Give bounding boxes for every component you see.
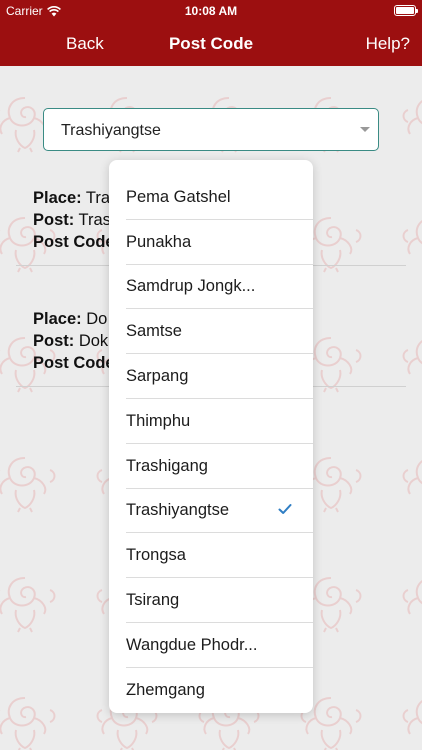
- checkmark-icon: [278, 504, 292, 514]
- result-item: Place: Do Post: Dok Post Code:: [33, 308, 120, 374]
- battery-icon: [394, 5, 418, 16]
- result-code-row: Post Code:: [33, 352, 120, 374]
- conch-shell-motif: [0, 450, 60, 514]
- dropdown-item[interactable]: Pema Gatshel: [109, 175, 313, 220]
- dropdown-item[interactable]: Trashigang: [109, 444, 313, 489]
- dropdown-item[interactable]: Sarpang: [109, 354, 313, 399]
- dropdown-item[interactable]: Zhemgang: [109, 668, 313, 713]
- conch-shell-motif: [398, 690, 422, 750]
- dropdown-item-label: Punakha: [126, 233, 192, 251]
- dropdown-item-selected[interactable]: Trashiyangtse: [109, 488, 313, 533]
- chevron-down-icon: [360, 127, 370, 132]
- dropdown-item[interactable]: Tsirang: [109, 578, 313, 623]
- conch-shell-motif: [398, 570, 422, 634]
- result-code-row: Post Code:: [33, 231, 120, 253]
- post-label: Post:: [33, 332, 75, 350]
- result-post-row: Post: Dok: [33, 330, 120, 352]
- district-select-value: Trashiyangtse: [61, 122, 161, 139]
- dropdown-item-label: Samdrup Jongk...: [126, 277, 256, 295]
- conch-shell-motif: [398, 330, 422, 394]
- result-post-row: Post: Tras: [33, 209, 120, 231]
- place-label: Place:: [33, 310, 82, 328]
- place-value: Do: [86, 310, 108, 328]
- post-label: Post:: [33, 211, 75, 229]
- result-item: Place: Tra Post: Tras Post Code:: [33, 187, 120, 253]
- place-label: Place:: [33, 189, 82, 207]
- status-time: 10:08 AM: [184, 4, 238, 18]
- place-value: Tra: [85, 189, 111, 207]
- page-title: Post Code: [168, 34, 254, 53]
- conch-shell-motif: [0, 690, 60, 750]
- dropdown-item-label: Trashiyangtse: [126, 501, 230, 519]
- dropdown-item-label: Pema Gatshel: [126, 188, 231, 206]
- conch-shell-motif: [398, 450, 422, 514]
- dropdown-item[interactable]: Wangdue Phodr...: [109, 623, 313, 668]
- dropdown-item-label: Trashigang: [126, 457, 208, 475]
- conch-shell-motif: [398, 90, 422, 154]
- help-button[interactable]: Help?: [366, 34, 410, 54]
- dropdown-item[interactable]: Samtse: [109, 309, 313, 354]
- district-dropdown-list[interactable]: Pema Gatshel Punakha Samdrup Jongk... Sa…: [109, 160, 313, 713]
- navigation-bar: Back Post Code Help?: [0, 22, 422, 66]
- dropdown-item-label: Tsirang: [126, 591, 180, 609]
- dropdown-item[interactable]: Thimphu: [109, 399, 313, 444]
- post-code-label: Post Code:: [33, 354, 121, 372]
- district-select[interactable]: Trashiyangtse: [43, 108, 379, 151]
- dropdown-item[interactable]: Samdrup Jongk...: [109, 264, 313, 309]
- dropdown-item[interactable]: Punakha: [109, 220, 313, 265]
- dropdown-item-label: Sarpang: [126, 367, 189, 385]
- status-right: [394, 5, 418, 16]
- dropdown-item[interactable]: Trongsa: [109, 533, 313, 578]
- result-place-row: Place: Do: [33, 308, 120, 330]
- conch-shell-motif: [0, 570, 60, 634]
- result-place-row: Place: Tra: [33, 187, 120, 209]
- post-code-label: Post Code:: [33, 233, 121, 251]
- post-value: Dok: [78, 332, 109, 350]
- dropdown-item-label: Zhemgang: [126, 681, 205, 699]
- dropdown-item-label: Wangdue Phodr...: [126, 636, 258, 654]
- dropdown-item-label: Samtse: [126, 322, 182, 340]
- dropdown-item-label: Trongsa: [126, 546, 186, 564]
- post-value: Tras: [78, 211, 111, 229]
- status-bar: Carrier 10:08 AM: [0, 0, 422, 22]
- dropdown-item-label: Thimphu: [126, 412, 191, 430]
